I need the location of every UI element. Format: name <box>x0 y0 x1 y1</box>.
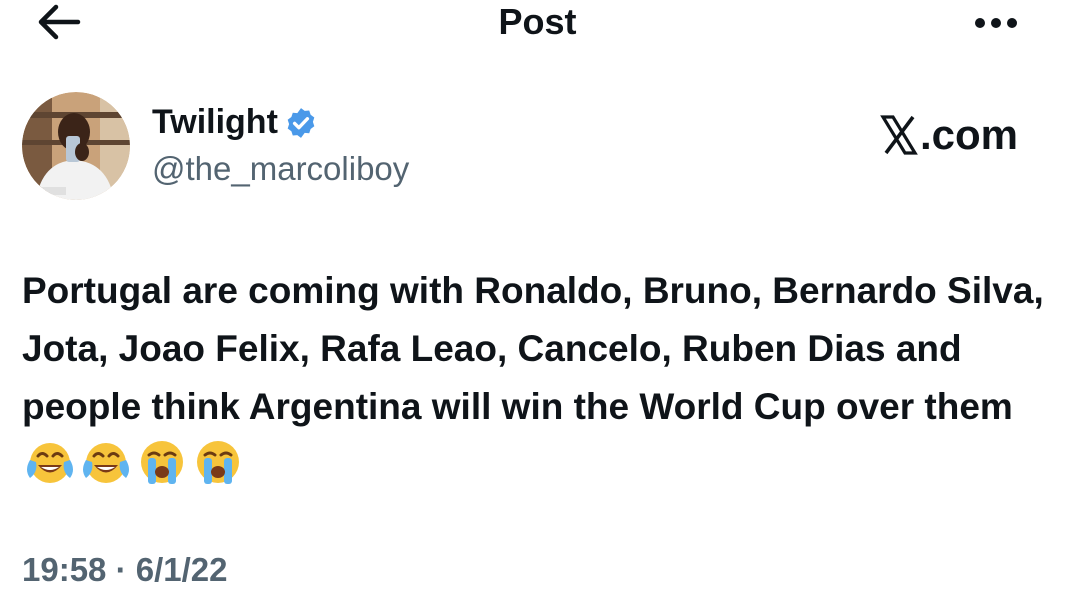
loudly-crying-face-icon <box>141 441 183 484</box>
post-date: 6/1/22 <box>135 551 228 588</box>
tweet-text-block: Portugal are coming with Ronaldo, Bruno,… <box>22 262 1062 499</box>
top-bar: Post <box>0 0 1075 60</box>
more-horizontal-icon <box>975 18 1017 28</box>
brand-domain: .com <box>920 111 1019 158</box>
author-name[interactable]: Twilight <box>152 100 278 144</box>
brand-watermark: .com <box>880 110 1018 160</box>
x-logo-icon <box>880 115 918 155</box>
avatar-photo <box>22 92 130 200</box>
emoji-group <box>24 436 248 488</box>
author-handle[interactable]: @the_marcoliboy <box>152 148 409 190</box>
post-timestamp[interactable]: 19:58 · 6/1/22 <box>22 548 228 592</box>
verified-badge-icon <box>287 108 315 138</box>
face-with-tears-of-joy-icon <box>83 443 129 483</box>
tweet-text: Portugal are coming with Ronaldo, Bruno,… <box>22 270 1044 427</box>
meta-separator: · <box>115 551 127 588</box>
loudly-crying-face-icon <box>197 441 239 484</box>
face-with-tears-of-joy-icon <box>27 443 73 483</box>
page-title: Post <box>498 1 577 42</box>
author-name-row: Twilight <box>152 100 318 144</box>
more-options-button[interactable] <box>968 8 1024 38</box>
avatar[interactable] <box>22 92 130 200</box>
post-time: 19:58 <box>22 551 107 588</box>
